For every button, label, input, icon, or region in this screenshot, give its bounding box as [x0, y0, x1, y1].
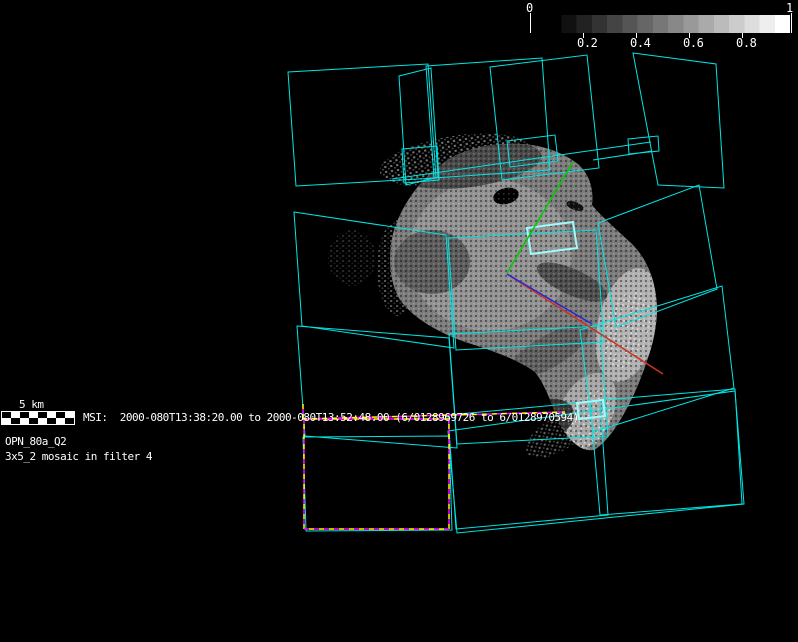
observation-id: OPN_80a_Q2 — [5, 435, 66, 448]
scalebar-label: 5 km — [19, 398, 44, 411]
colorbar-left-tick — [530, 13, 531, 33]
msi-mosaic-viewer: 0 1 0.2 0.4 0.6 0.8 5 km MSI: 2000-080T1… — [0, 0, 798, 642]
highlighted-frame-dashed — [304, 419, 449, 529]
status-line: MSI: 2000-080T13:38:20.00 to 2000-080T13… — [83, 411, 579, 424]
scalebar-checker-row-bottom — [2, 418, 74, 424]
footprint-edge — [593, 151, 652, 160]
colorbar-right-tick — [791, 13, 792, 33]
colorbar-tick-label: 0.2 — [577, 37, 597, 50]
colorbar-max-label: 1 — [786, 2, 793, 15]
colorbar-gradient — [546, 15, 790, 33]
scene-canvas — [0, 0, 798, 642]
colorbar-min-label: 0 — [526, 2, 533, 15]
colorbar-tick-label: 0.6 — [683, 37, 703, 50]
image-footprint — [633, 53, 724, 188]
colorbar-tick-label: 0.4 — [630, 37, 650, 50]
colorbar-tick-label: 0.8 — [736, 37, 756, 50]
highlighted-frame-dashed — [304, 419, 449, 529]
image-footprint — [303, 436, 452, 531]
mosaic-description: 3x5_2 mosaic in filter 4 — [5, 450, 152, 463]
scalebar-checker — [1, 411, 75, 425]
image-footprint — [297, 326, 457, 448]
